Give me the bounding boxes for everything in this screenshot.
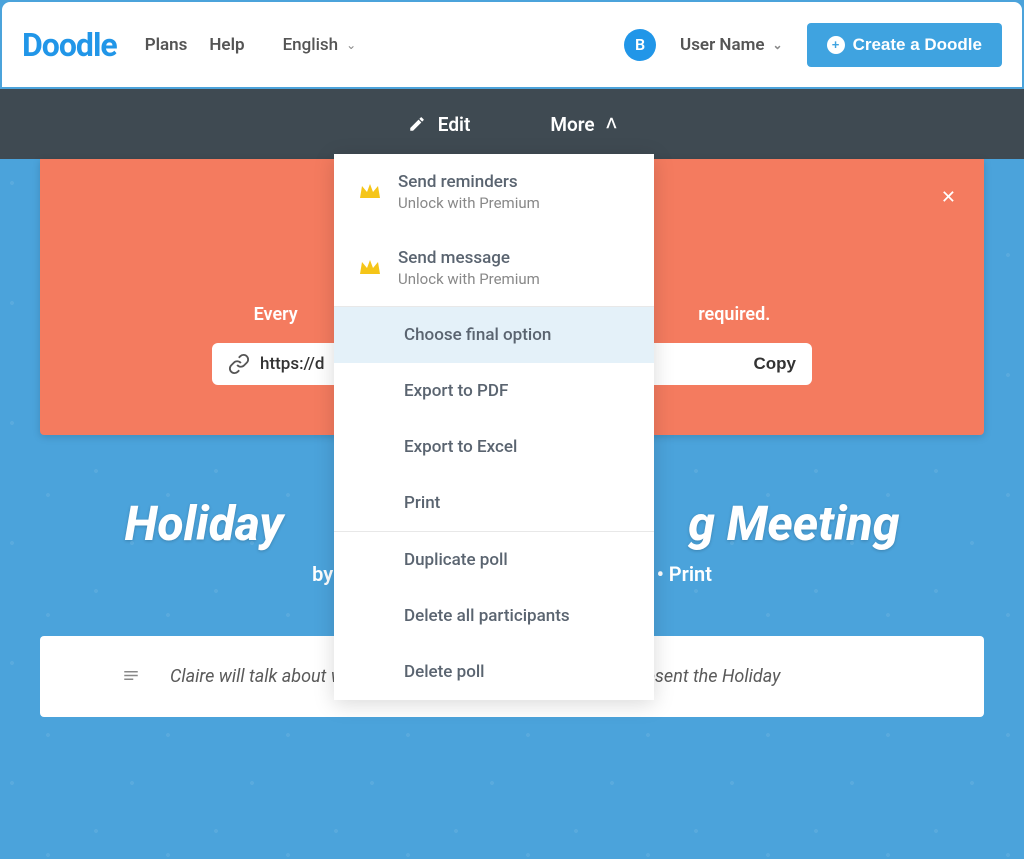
share-text-right: required. bbox=[698, 304, 770, 325]
menu-subtitle: Unlock with Premium bbox=[398, 194, 540, 212]
menu-label: Choose final option bbox=[404, 325, 551, 345]
menu-label: Export to PDF bbox=[404, 381, 508, 401]
language-select[interactable]: English ⌄ bbox=[283, 35, 357, 55]
byline-by: by bbox=[312, 562, 333, 586]
title-left: Holiday bbox=[125, 495, 284, 552]
menu-item-text: Send message Unlock with Premium bbox=[398, 248, 540, 288]
list-icon bbox=[120, 668, 142, 686]
crown-icon bbox=[358, 182, 382, 202]
menu-label: Delete poll bbox=[404, 662, 485, 682]
language-label: English bbox=[283, 35, 339, 55]
user-name-label: User Name bbox=[680, 35, 764, 55]
more-dropdown: Send reminders Unlock with Premium Send … bbox=[334, 154, 654, 700]
chevron-up-icon: ᐱ bbox=[607, 116, 617, 132]
menu-choose-final[interactable]: Choose final option bbox=[334, 307, 654, 363]
menu-label: Print bbox=[404, 493, 440, 513]
avatar[interactable]: B bbox=[624, 29, 656, 61]
edit-button[interactable]: Edit bbox=[408, 113, 471, 136]
menu-label: Duplicate poll bbox=[404, 550, 508, 570]
menu-export-excel[interactable]: Export to Excel bbox=[334, 419, 654, 475]
poll-toolbar: Edit More ᐱ bbox=[0, 89, 1024, 159]
plus-icon: + bbox=[827, 36, 845, 54]
menu-subtitle: Unlock with Premium bbox=[398, 270, 540, 288]
link-icon bbox=[228, 353, 250, 375]
pencil-icon bbox=[408, 115, 426, 133]
close-icon[interactable]: ✕ bbox=[941, 187, 956, 208]
menu-item-text: Send reminders Unlock with Premium bbox=[398, 172, 540, 212]
menu-label: Export to Excel bbox=[404, 437, 517, 457]
menu-delete-poll[interactable]: Delete poll bbox=[334, 644, 654, 700]
header-right: B User Name ⌄ + Create a Doodle bbox=[624, 23, 1002, 67]
menu-duplicate[interactable]: Duplicate poll bbox=[334, 532, 654, 588]
menu-delete-participants[interactable]: Delete all participants bbox=[334, 588, 654, 644]
edit-label: Edit bbox=[438, 113, 471, 136]
copy-button[interactable]: Copy bbox=[754, 354, 797, 374]
chevron-down-icon: ⌄ bbox=[773, 38, 783, 52]
menu-export-pdf[interactable]: Export to PDF bbox=[334, 363, 654, 419]
nav-plans[interactable]: Plans bbox=[145, 35, 188, 55]
more-button[interactable]: More ᐱ bbox=[550, 113, 616, 136]
menu-title: Send message bbox=[398, 248, 540, 268]
logo[interactable]: Doodle bbox=[22, 26, 117, 64]
more-label: More bbox=[550, 113, 594, 136]
create-button-label: Create a Doodle bbox=[853, 35, 982, 55]
byline-print[interactable]: • Print bbox=[657, 562, 712, 586]
menu-title: Send reminders bbox=[398, 172, 540, 192]
title-right: g Meeting bbox=[688, 495, 899, 552]
menu-send-reminders[interactable]: Send reminders Unlock with Premium bbox=[334, 154, 654, 230]
nav-help[interactable]: Help bbox=[209, 35, 244, 55]
menu-label: Delete all participants bbox=[404, 606, 570, 626]
header: Doodle Plans Help English ⌄ B User Name … bbox=[2, 2, 1022, 87]
user-menu[interactable]: User Name ⌄ bbox=[680, 35, 783, 55]
crown-icon bbox=[358, 258, 382, 278]
create-doodle-button[interactable]: + Create a Doodle bbox=[807, 23, 1002, 67]
menu-print[interactable]: Print bbox=[334, 475, 654, 531]
chevron-down-icon: ⌄ bbox=[346, 38, 356, 52]
menu-send-message[interactable]: Send message Unlock with Premium bbox=[334, 230, 654, 306]
share-text-left: Every bbox=[254, 304, 298, 325]
